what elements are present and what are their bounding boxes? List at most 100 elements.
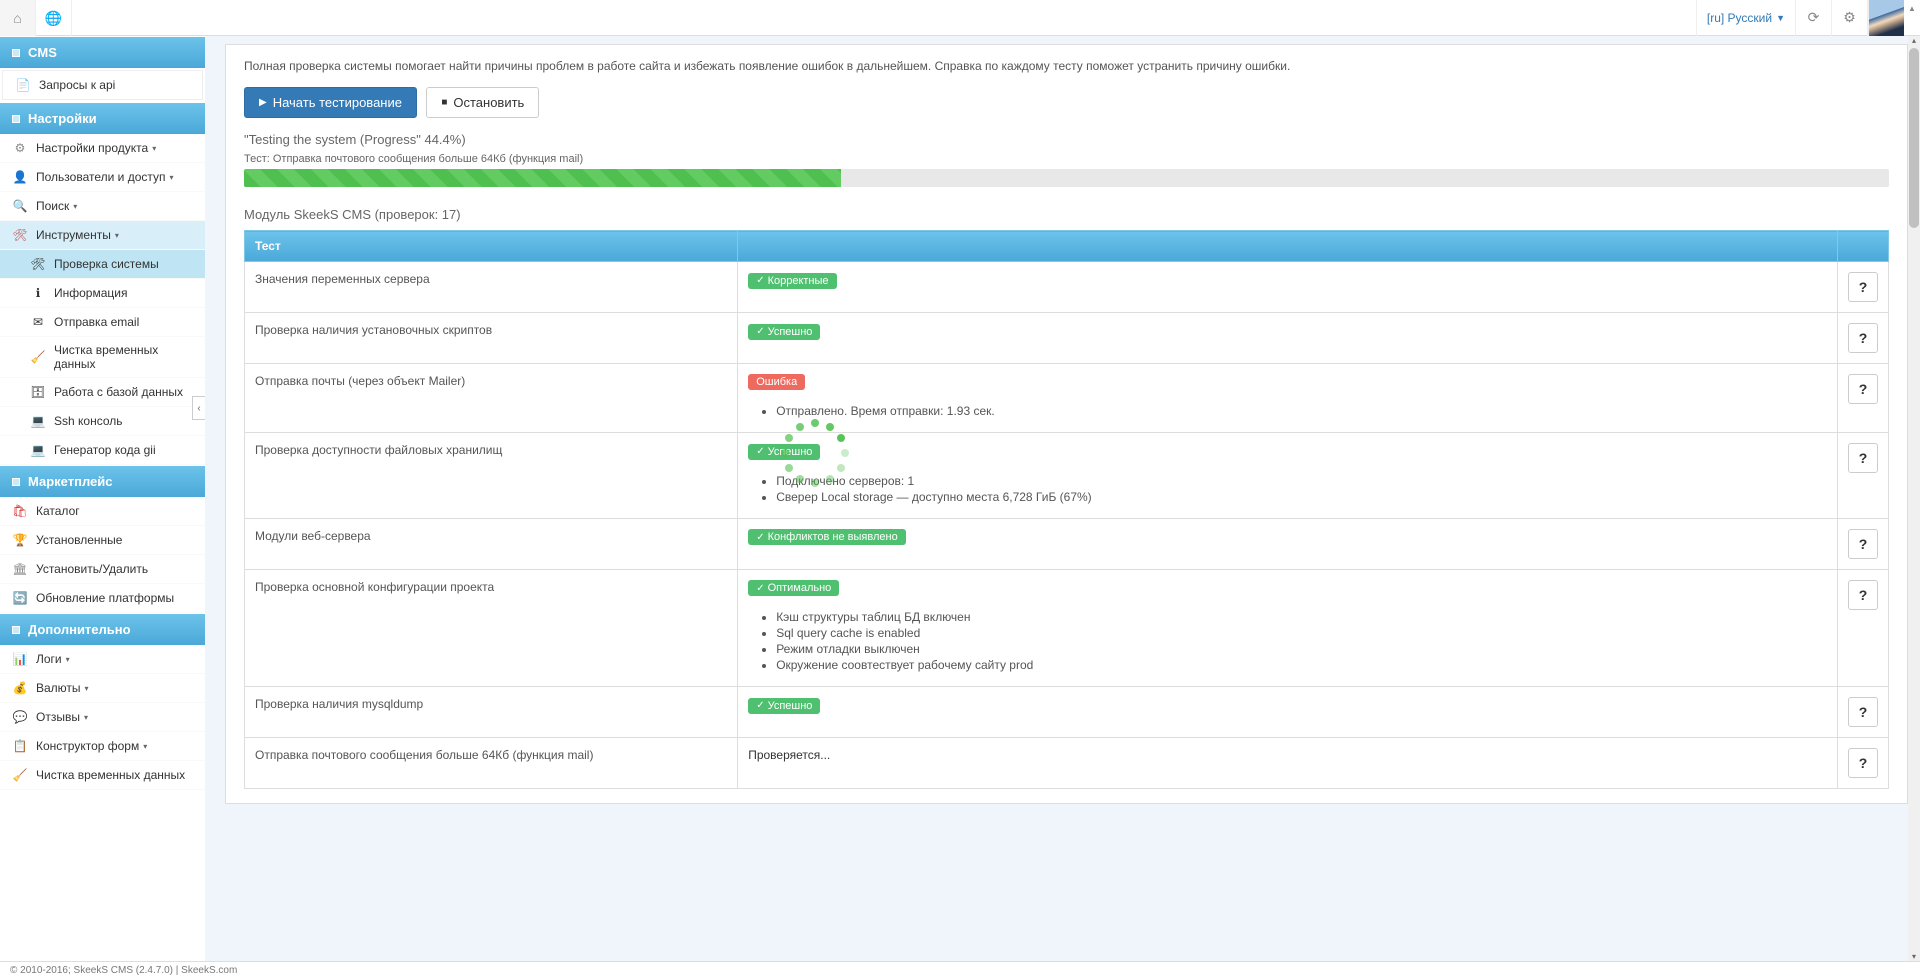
sidebar-item-label: Каталог bbox=[36, 504, 80, 518]
sidebar-item[interactable]: 🛠Проверка системы bbox=[0, 250, 205, 279]
sidebar-item[interactable]: 🗄Работа с базой данных bbox=[0, 378, 205, 407]
refresh-icon[interactable]: ⟳ bbox=[1796, 0, 1832, 36]
tests-table: Тест Значения переменных сервера✓Коррект… bbox=[244, 230, 1889, 789]
avatar[interactable] bbox=[1868, 0, 1904, 36]
detail-item: Окружение соовтествует рабочему сайту pr… bbox=[776, 658, 1827, 672]
sidebar-item[interactable]: ℹИнформация bbox=[0, 279, 205, 308]
sidebar-item[interactable]: 👤Пользователи и доступ▾ bbox=[0, 163, 205, 192]
sidebar-toggle[interactable]: ‹ bbox=[192, 396, 205, 420]
help-button[interactable]: ? bbox=[1848, 443, 1878, 473]
collapse-icon[interactable]: ▲ bbox=[1904, 0, 1920, 36]
sidebar-item-icon: 👤 bbox=[12, 169, 28, 185]
sidebar-item-label: Логи bbox=[36, 652, 62, 666]
gear-icon[interactable]: ⚙ bbox=[1832, 0, 1868, 36]
sidebar-item-icon: ✉ bbox=[30, 314, 46, 330]
stop-icon: ■ bbox=[441, 97, 447, 108]
sidebar-item-label: Отправка email bbox=[54, 315, 139, 329]
sidebar-item[interactable]: 📊Логи▾ bbox=[0, 645, 205, 674]
scrollbar-vertical[interactable]: ▴ ▾ bbox=[1908, 36, 1920, 961]
sidebar-item-label: Ssh консоль bbox=[54, 414, 123, 428]
check-icon: ✓ bbox=[756, 700, 764, 711]
sidebar-item-icon: 💬 bbox=[12, 709, 28, 725]
sidebar-item-label: Настройки продукта bbox=[36, 141, 148, 155]
table-header-help bbox=[1838, 231, 1889, 262]
test-status-cell: ✓Успешно bbox=[738, 313, 1838, 364]
sidebar-item[interactable]: 💰Валюты▾ bbox=[0, 674, 205, 703]
sidebar-item[interactable]: 💻Генератор кода gii bbox=[0, 436, 205, 465]
test-status-cell: ✓Успешно bbox=[738, 687, 1838, 738]
check-icon: ✓ bbox=[756, 326, 764, 337]
test-name: Отправка почты (через объект Mailer) bbox=[245, 364, 738, 433]
test-help-cell: ? bbox=[1838, 313, 1889, 364]
sidebar-item[interactable]: 🛠Инструменты▾ bbox=[0, 221, 205, 250]
test-status-cell: Проверяется... bbox=[738, 738, 1838, 789]
module-title: Модуль SkeekS CMS (проверок: 17) bbox=[244, 207, 1889, 222]
sidebar-item[interactable]: 🏆Установленные bbox=[0, 526, 205, 555]
test-help-cell: ? bbox=[1838, 433, 1889, 519]
test-name: Отправка почтового сообщения больше 64Кб… bbox=[245, 738, 738, 789]
sidebar-item[interactable]: 💻Ssh консоль bbox=[0, 407, 205, 436]
stop-testing-button[interactable]: ■ Остановить bbox=[426, 87, 539, 118]
sidebar-item[interactable]: 🧹Чистка временных данных bbox=[0, 337, 205, 378]
sidebar-item-label: Валюты bbox=[36, 681, 81, 695]
language-selector[interactable]: [ru] Русский ▼ bbox=[1696, 0, 1796, 36]
sidebar-item[interactable]: 🏛Установить/Удалить bbox=[0, 555, 205, 584]
sidebar-item[interactable]: 📋Конструктор форм▾ bbox=[0, 732, 205, 761]
scroll-up-icon[interactable]: ▴ bbox=[1912, 36, 1916, 45]
start-button-label: Начать тестирование bbox=[273, 95, 402, 110]
page-description: Полная проверка системы помогает найти п… bbox=[244, 59, 1889, 73]
caret-down-icon: ▾ bbox=[115, 231, 119, 240]
help-button[interactable]: ? bbox=[1848, 748, 1878, 778]
help-button[interactable]: ? bbox=[1848, 272, 1878, 302]
test-name: Проверка наличия установочных скриптов bbox=[245, 313, 738, 364]
progress-title: "Testing the system (Progress" 44.4%) bbox=[244, 132, 1889, 147]
scrollbar-thumb[interactable] bbox=[1909, 48, 1919, 228]
start-testing-button[interactable]: ▶ Начать тестирование bbox=[244, 87, 417, 118]
help-button[interactable]: ? bbox=[1848, 323, 1878, 353]
panel: Полная проверка системы помогает найти п… bbox=[225, 44, 1908, 804]
caret-down-icon: ▾ bbox=[73, 202, 77, 211]
language-label: [ru] Русский bbox=[1707, 11, 1772, 25]
sidebar-item[interactable]: 🔄Обновление платформы bbox=[0, 584, 205, 613]
sidebar-item-icon: 🛍 bbox=[12, 503, 28, 519]
sidebar-item[interactable]: ✉ Отправка email bbox=[0, 308, 205, 337]
scroll-down-icon[interactable]: ▾ bbox=[1912, 952, 1916, 961]
test-help-cell: ? bbox=[1838, 262, 1889, 313]
help-button[interactable]: ? bbox=[1848, 374, 1878, 404]
sidebar-item[interactable]: 💬Отзывы▾ bbox=[0, 703, 205, 732]
test-help-cell: ? bbox=[1838, 518, 1889, 569]
sidebar-item-label: Поиск bbox=[36, 199, 69, 213]
caret-down-icon: ▼ bbox=[1776, 13, 1785, 23]
sidebar-item[interactable]: 🛍 Каталог bbox=[0, 497, 205, 526]
help-button[interactable]: ? bbox=[1848, 580, 1878, 610]
sidebar-group-title: Маркетплейс bbox=[0, 465, 205, 497]
test-help-cell: ? bbox=[1838, 364, 1889, 433]
sidebar-item-icon: 💰 bbox=[12, 680, 28, 696]
sidebar-item-label: Инструменты bbox=[36, 228, 111, 242]
sidebar-item[interactable]: 🧹Чистка временных данных bbox=[0, 761, 205, 790]
footer-text: © 2010-2016; SkeekS CMS (2.4.7.0) | Skee… bbox=[10, 965, 237, 976]
check-icon: ✓ bbox=[756, 446, 764, 457]
sidebar-item[interactable]: ⚙Настройки продукта▾ bbox=[0, 134, 205, 163]
status-badge: ✓Успешно bbox=[748, 324, 820, 340]
caret-down-icon: ▾ bbox=[170, 173, 174, 182]
sidebar-item-icon: 🧹 bbox=[12, 767, 28, 783]
test-name: Проверка наличия mysqldump bbox=[245, 687, 738, 738]
caret-down-icon: ▾ bbox=[143, 742, 147, 751]
detail-item: Режим отладки выключен bbox=[776, 642, 1827, 656]
globe-icon[interactable]: 🌐 bbox=[36, 0, 72, 36]
detail-item: Кэш структуры таблиц БД включен bbox=[776, 610, 1827, 624]
sidebar-item-icon: 🔍 bbox=[12, 198, 28, 214]
test-name: Значения переменных сервера bbox=[245, 262, 738, 313]
table-row: Отправка почты (через объект Mailer)Ошиб… bbox=[245, 364, 1889, 433]
sidebar-item[interactable]: 🔍 Поиск ▾ bbox=[0, 192, 205, 221]
check-icon: ✓ bbox=[756, 532, 764, 543]
help-button[interactable]: ? bbox=[1848, 529, 1878, 559]
sidebar-item-label: Генератор кода gii bbox=[54, 443, 156, 457]
sidebar-item[interactable]: 📄Запросы к api bbox=[2, 70, 203, 100]
help-button[interactable]: ? bbox=[1848, 697, 1878, 727]
home-icon[interactable]: ⌂ bbox=[0, 0, 36, 36]
test-name: Проверка доступности файловых хранилищ bbox=[245, 433, 738, 519]
table-row: Проверка наличия mysqldump✓Успешно? bbox=[245, 687, 1889, 738]
progress-bar-fill bbox=[244, 169, 841, 187]
